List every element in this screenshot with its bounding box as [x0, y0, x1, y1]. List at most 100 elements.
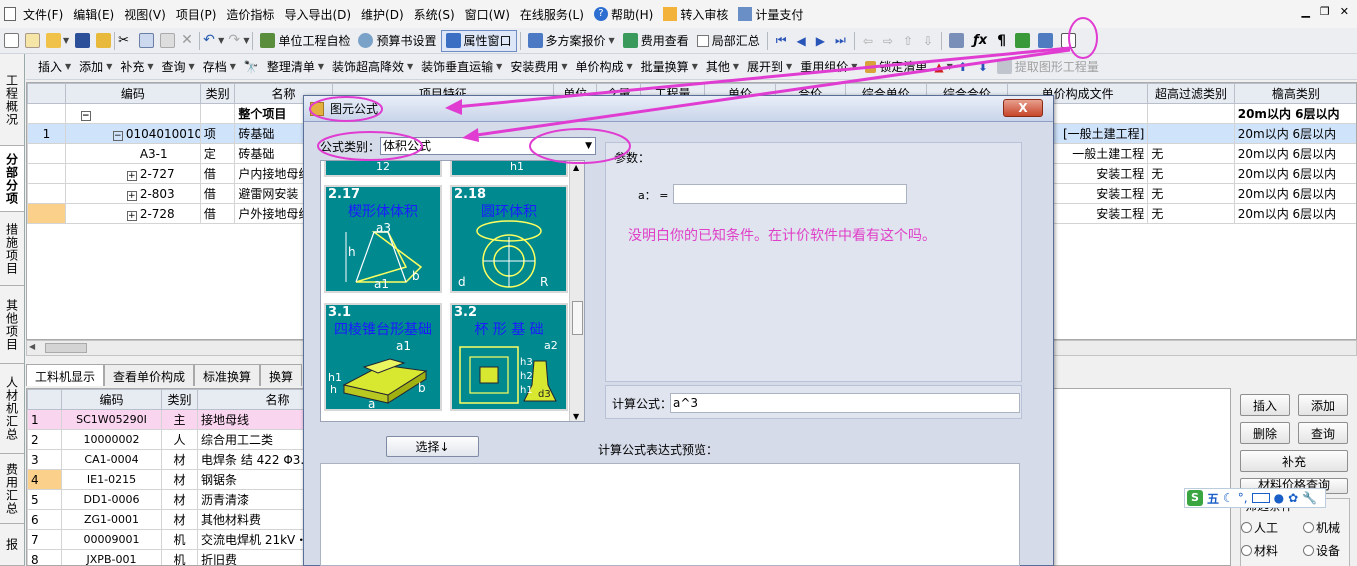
param-a-input[interactable]: [673, 184, 907, 204]
col-type[interactable]: 类别: [199, 83, 236, 104]
tab-view-price-comp[interactable]: 查看单价构成: [104, 364, 195, 386]
tab-convert[interactable]: 换算: [260, 364, 303, 386]
restore-icon[interactable]: ❐: [1320, 5, 1330, 18]
scroll-thumb[interactable]: [572, 301, 583, 335]
move-down-icon[interactable]: ⬇: [978, 60, 988, 74]
figure-partial-right[interactable]: h1: [450, 161, 568, 177]
multi-quote-button[interactable]: 多方案报价 ▼: [524, 30, 619, 52]
supplement-button[interactable]: 补充 ▼: [116, 56, 157, 78]
tab-other-items[interactable]: 其他项目: [0, 286, 24, 364]
tab-resource-summary[interactable]: 人材机汇总: [0, 364, 24, 454]
formula-input[interactable]: a^3: [670, 393, 1020, 413]
new-icon[interactable]: [4, 33, 19, 48]
delete-icon[interactable]: ✕: [181, 33, 196, 48]
expand-icon[interactable]: +: [126, 170, 137, 181]
collapse-icon[interactable]: −: [80, 110, 91, 121]
filter-machine[interactable]: 机械: [1303, 519, 1357, 536]
doc-list-icon[interactable]: [1061, 33, 1077, 48]
batch-convert-button[interactable]: 批量换算 ▼: [637, 56, 702, 78]
other-button[interactable]: 其他 ▼: [702, 56, 743, 78]
tab-project-overview[interactable]: 工程概况: [0, 54, 24, 146]
redo-icon[interactable]: ↷: [228, 33, 243, 48]
tab-cost-summary[interactable]: 费用汇总: [0, 454, 24, 524]
paragraph-icon[interactable]: ¶: [997, 33, 1006, 49]
menu-project[interactable]: 项目(P): [171, 4, 222, 24]
col-code[interactable]: 编码: [64, 83, 201, 104]
decor-vertical-button[interactable]: 装饰垂直运输 ▼: [417, 56, 506, 78]
expand-icon[interactable]: +: [126, 190, 137, 201]
arrow-left-icon[interactable]: ⇦: [863, 34, 873, 48]
menu-cost-index[interactable]: 造价指标: [221, 4, 279, 24]
cost-view-button[interactable]: 费用查看: [619, 30, 693, 52]
collapse-icon[interactable]: −: [112, 130, 123, 141]
ime-toolbar[interactable]: S 五 ☾ °, ● ✿ 🔧: [1184, 488, 1326, 508]
query-button[interactable]: 查询 ▼: [158, 56, 199, 78]
figure-partial-left[interactable]: 12: [324, 161, 442, 177]
binoculars-icon[interactable]: 🔭: [244, 60, 259, 74]
undo-icon[interactable]: ↶: [203, 33, 218, 48]
menu-measure-pay[interactable]: 计量支付: [733, 4, 808, 24]
tab-measures[interactable]: 措施项目: [0, 212, 24, 286]
lock-list-button[interactable]: 锁定清单: [861, 56, 931, 78]
decor-overheight-button[interactable]: 装饰超高降效 ▼: [328, 56, 417, 78]
col-res-type[interactable]: 类别: [161, 389, 198, 410]
cut-icon[interactable]: ✂: [118, 33, 133, 48]
last-icon[interactable]: ⏭: [835, 33, 846, 48]
arrow-down-icon[interactable]: ⇩: [923, 34, 933, 48]
save-icon[interactable]: [75, 33, 91, 48]
add-button[interactable]: 添加 ▼: [75, 56, 116, 78]
filter-labor[interactable]: 人工: [1241, 519, 1303, 536]
dialog-close-button[interactable]: X: [1003, 99, 1043, 117]
tab-resource-display[interactable]: 工料机显示: [26, 364, 105, 386]
col-res-code[interactable]: 编码: [61, 389, 162, 410]
cube-icon[interactable]: [1015, 33, 1031, 48]
prev-icon[interactable]: ◀: [797, 34, 806, 48]
arrow-up-icon[interactable]: ⇧: [903, 34, 913, 48]
menu-view[interactable]: 视图(V): [119, 4, 171, 24]
figure-cup-base[interactable]: 3.2 杯 形 基 础 a2 h3 h2 h1 d3: [450, 303, 568, 411]
archive-button[interactable]: 存档 ▼: [199, 56, 240, 78]
menu-to-audit[interactable]: 转入审核: [658, 4, 733, 24]
menu-help[interactable]: ? 帮助(H): [589, 4, 658, 24]
col-eave[interactable]: 檐高类别: [1233, 83, 1356, 104]
copy-icon[interactable]: [139, 33, 155, 48]
template-icon[interactable]: [25, 33, 40, 48]
move-up-icon[interactable]: ⬆: [958, 60, 968, 74]
select-button[interactable]: 选择↓: [386, 436, 479, 457]
extract-qty-button[interactable]: 提取图形工程量: [993, 56, 1103, 78]
figure-torus-volume[interactable]: 2.18 圆环体积 d R: [450, 185, 568, 293]
self-check-button[interactable]: 单位工程自检: [256, 30, 354, 52]
formula-fx-icon[interactable]: ƒx: [973, 33, 987, 48]
arrow-right-icon[interactable]: ⇨: [883, 34, 893, 48]
scroll-thumb[interactable]: [45, 343, 87, 353]
budget-settings-button[interactable]: 预算书设置: [354, 30, 440, 52]
filter-material[interactable]: 材料: [1241, 542, 1303, 559]
insert-button[interactable]: 插入 ▼: [34, 56, 75, 78]
figure-pyramid-base[interactable]: 3.1 四棱锥台形基础 a1 h1 h b a: [324, 303, 442, 411]
paint-icon[interactable]: ▲: [934, 60, 943, 74]
open-folder-icon[interactable]: [46, 33, 61, 48]
first-icon[interactable]: ⏮: [776, 33, 787, 48]
menu-file[interactable]: 文件(F): [18, 4, 68, 24]
tab-section-items[interactable]: 分部分项: [0, 146, 24, 212]
res-query-button[interactable]: 查询: [1298, 422, 1348, 444]
tab-standard-convert[interactable]: 标准换算: [194, 364, 261, 386]
partial-summary-checkbox[interactable]: 局部汇总: [693, 30, 764, 52]
minimize-icon[interactable]: ▁: [1301, 5, 1309, 18]
save-as-icon[interactable]: [96, 33, 112, 48]
col-filter[interactable]: 超高过滤类别: [1147, 83, 1235, 104]
res-supplement-button[interactable]: 补充: [1240, 450, 1348, 472]
filter-equipment[interactable]: 设备: [1303, 542, 1357, 559]
tab-report[interactable]: 报: [0, 524, 24, 566]
menu-maintain[interactable]: 维护(D): [356, 4, 409, 24]
menu-system[interactable]: 系统(S): [409, 4, 460, 24]
organize-list-button[interactable]: 整理清单 ▼: [263, 56, 328, 78]
menu-import-export[interactable]: 导入导出(D): [279, 4, 356, 24]
expand-icon[interactable]: +: [126, 210, 137, 221]
menu-window[interactable]: 窗口(W): [460, 4, 515, 24]
figure-panel-scrollbar[interactable]: ▲ ▼: [569, 161, 584, 421]
close-icon[interactable]: ✕: [1340, 5, 1349, 18]
dialog-titlebar[interactable]: 图元公式 X: [304, 96, 1053, 122]
category-select[interactable]: 体积公式 ▼: [380, 137, 597, 155]
paste-icon[interactable]: [160, 33, 176, 48]
